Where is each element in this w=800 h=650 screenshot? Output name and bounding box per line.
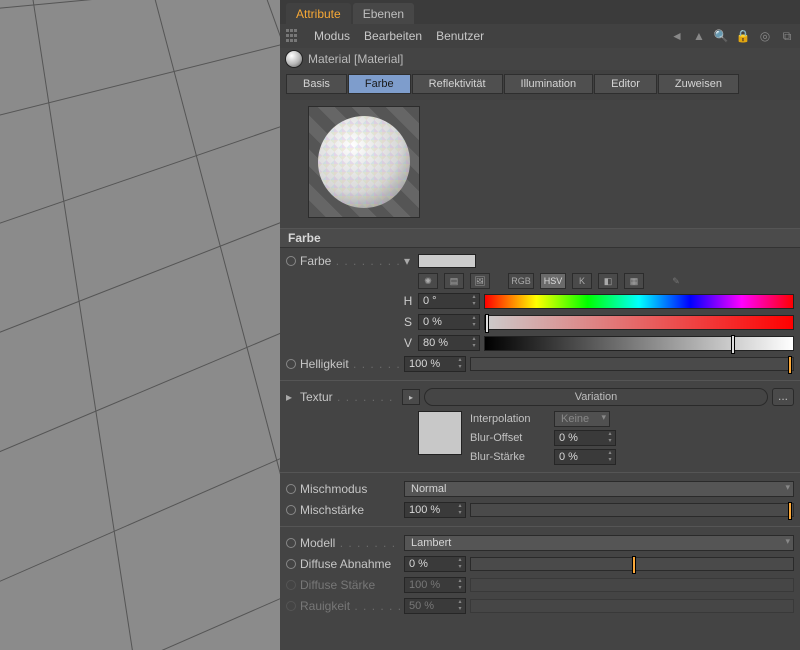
color-picture-icon[interactable]: 🖼 <box>470 273 490 289</box>
label-diffuse-staerke: Diffuse Stärke <box>300 578 400 592</box>
nav-back-icon[interactable]: ◄ <box>670 29 684 43</box>
menu-modus[interactable]: Modus <box>314 29 350 43</box>
label-modell: Modell <box>300 536 400 550</box>
material-preview[interactable] <box>308 106 420 218</box>
color-spectrum-icon[interactable]: ▤ <box>444 273 464 289</box>
input-hue[interactable]: 0 °▴▾ <box>418 293 480 309</box>
search-icon[interactable]: 🔍 <box>714 29 728 43</box>
texture-flyout-button[interactable]: ▸ <box>402 389 420 405</box>
input-diffuse-abnahme[interactable]: 0 %▴▾ <box>404 556 466 572</box>
label-blur-staerke: Blur-Stärke <box>470 451 548 463</box>
anim-node-mischmodus[interactable] <box>286 484 296 494</box>
input-val[interactable]: 80 %▴▾ <box>418 335 480 351</box>
anim-node-helligkeit[interactable] <box>286 359 296 369</box>
label-mischstaerke: Mischstärke <box>300 503 400 517</box>
viewport-grid <box>0 0 280 650</box>
eyedropper-icon[interactable]: ✎ <box>666 273 686 289</box>
section-header-farbe: Farbe <box>280 228 800 248</box>
anim-node-mischstaerke[interactable] <box>286 505 296 515</box>
anim-node-diffuse-abnahme[interactable] <box>286 559 296 569</box>
material-sphere-icon <box>286 51 302 67</box>
texture-browse-button[interactable]: ... <box>772 388 794 406</box>
panel-menu-row: Modus Bearbeiten Benutzer ◄ ▲ 🔍 🔒 ◎ ⧉ <box>280 24 800 48</box>
dropdown-modell[interactable]: Lambert <box>404 535 794 551</box>
chan-editor[interactable]: Editor <box>594 74 657 94</box>
slider-hue[interactable] <box>484 294 794 309</box>
object-title: Material [Material] <box>308 52 403 66</box>
texture-thumb[interactable] <box>418 411 462 455</box>
label-textur: Textur <box>300 390 398 404</box>
expand-textur-icon[interactable]: ▸ <box>286 390 296 404</box>
dropdown-interpolation[interactable]: Keine <box>554 411 610 427</box>
slider-mischstaerke[interactable] <box>470 503 794 517</box>
view-mode-icon[interactable] <box>286 29 300 43</box>
tab-attribute[interactable]: Attribute <box>286 3 351 24</box>
mode-swatches-icon[interactable]: ▦ <box>624 273 644 289</box>
input-diffuse-staerke: 100 %▴▾ <box>404 577 466 593</box>
material-preview-row <box>280 100 800 228</box>
mode-rgb[interactable]: RGB <box>508 273 534 289</box>
new-window-icon[interactable]: ⧉ <box>780 29 794 43</box>
label-rauigkeit: Rauigkeit <box>300 599 400 613</box>
panel-top-tabs: Attribute Ebenen <box>280 0 800 24</box>
anim-node-rauigkeit <box>286 601 296 611</box>
menu-benutzer[interactable]: Benutzer <box>436 29 484 43</box>
mode-kelvin[interactable]: K <box>572 273 592 289</box>
slider-diffuse-abnahme[interactable] <box>470 557 794 571</box>
mode-hsv[interactable]: HSV <box>540 273 566 289</box>
input-rauigkeit: 50 %▴▾ <box>404 598 466 614</box>
slider-val[interactable] <box>484 336 794 351</box>
color-wheel-icon[interactable]: ✺ <box>418 273 438 289</box>
input-sat[interactable]: 0 %▴▾ <box>418 314 480 330</box>
dropdown-mischmodus[interactable]: Normal <box>404 481 794 497</box>
slider-sat[interactable] <box>484 315 794 330</box>
chan-reflektivitaet[interactable]: Reflektivität <box>412 74 503 94</box>
slider-helligkeit[interactable] <box>470 357 794 371</box>
chan-farbe[interactable]: Farbe <box>348 74 411 94</box>
chan-illumination[interactable]: Illumination <box>504 74 594 94</box>
menu-bearbeiten[interactable]: Bearbeiten <box>364 29 422 43</box>
anim-node-modell[interactable] <box>286 538 296 548</box>
texture-name-field[interactable]: Variation <box>424 388 768 406</box>
label-interpolation: Interpolation <box>470 413 548 425</box>
target-icon[interactable]: ◎ <box>758 29 772 43</box>
attribute-panel: Attribute Ebenen Modus Bearbeiten Benutz… <box>280 0 800 650</box>
label-farbe: Farbe <box>300 254 400 268</box>
color-swatch[interactable] <box>418 254 476 268</box>
preview-sphere-icon <box>318 116 410 208</box>
input-blur-staerke[interactable]: 0 %▴▾ <box>554 449 616 465</box>
nav-up-icon[interactable]: ▲ <box>692 29 706 43</box>
label-helligkeit: Helligkeit <box>300 357 400 371</box>
label-h: H <box>402 294 414 308</box>
slider-diffuse-staerke <box>470 578 794 592</box>
chan-zuweisen[interactable]: Zuweisen <box>658 74 739 94</box>
mode-mixer-icon[interactable]: ◧ <box>598 273 618 289</box>
label-diffuse-abnahme: Diffuse Abnahme <box>300 557 400 571</box>
chan-basis[interactable]: Basis <box>286 74 347 94</box>
anim-node-farbe[interactable] <box>286 256 296 266</box>
expand-farbe-icon[interactable]: ▾ <box>404 254 414 268</box>
input-helligkeit[interactable]: 100 %▴▾ <box>404 356 466 372</box>
label-mischmodus: Mischmodus <box>300 482 400 496</box>
color-mode-row: ✺ ▤ 🖼 RGB HSV K ◧ ▦ ✎ <box>286 273 794 289</box>
anim-node-diffuse-staerke <box>286 580 296 590</box>
viewport-3d[interactable] <box>0 0 280 650</box>
channel-tabs: Basis Farbe Reflektivität Illumination E… <box>280 70 800 100</box>
input-mischstaerke[interactable]: 100 %▴▾ <box>404 502 466 518</box>
label-v: V <box>402 336 414 350</box>
input-blur-offset[interactable]: 0 %▴▾ <box>554 430 616 446</box>
label-s: S <box>402 315 414 329</box>
slider-rauigkeit <box>470 599 794 613</box>
label-blur-offset: Blur-Offset <box>470 432 548 444</box>
tab-ebenen[interactable]: Ebenen <box>353 3 414 24</box>
object-header: Material [Material] <box>280 48 800 70</box>
lock-icon[interactable]: 🔒 <box>736 29 750 43</box>
